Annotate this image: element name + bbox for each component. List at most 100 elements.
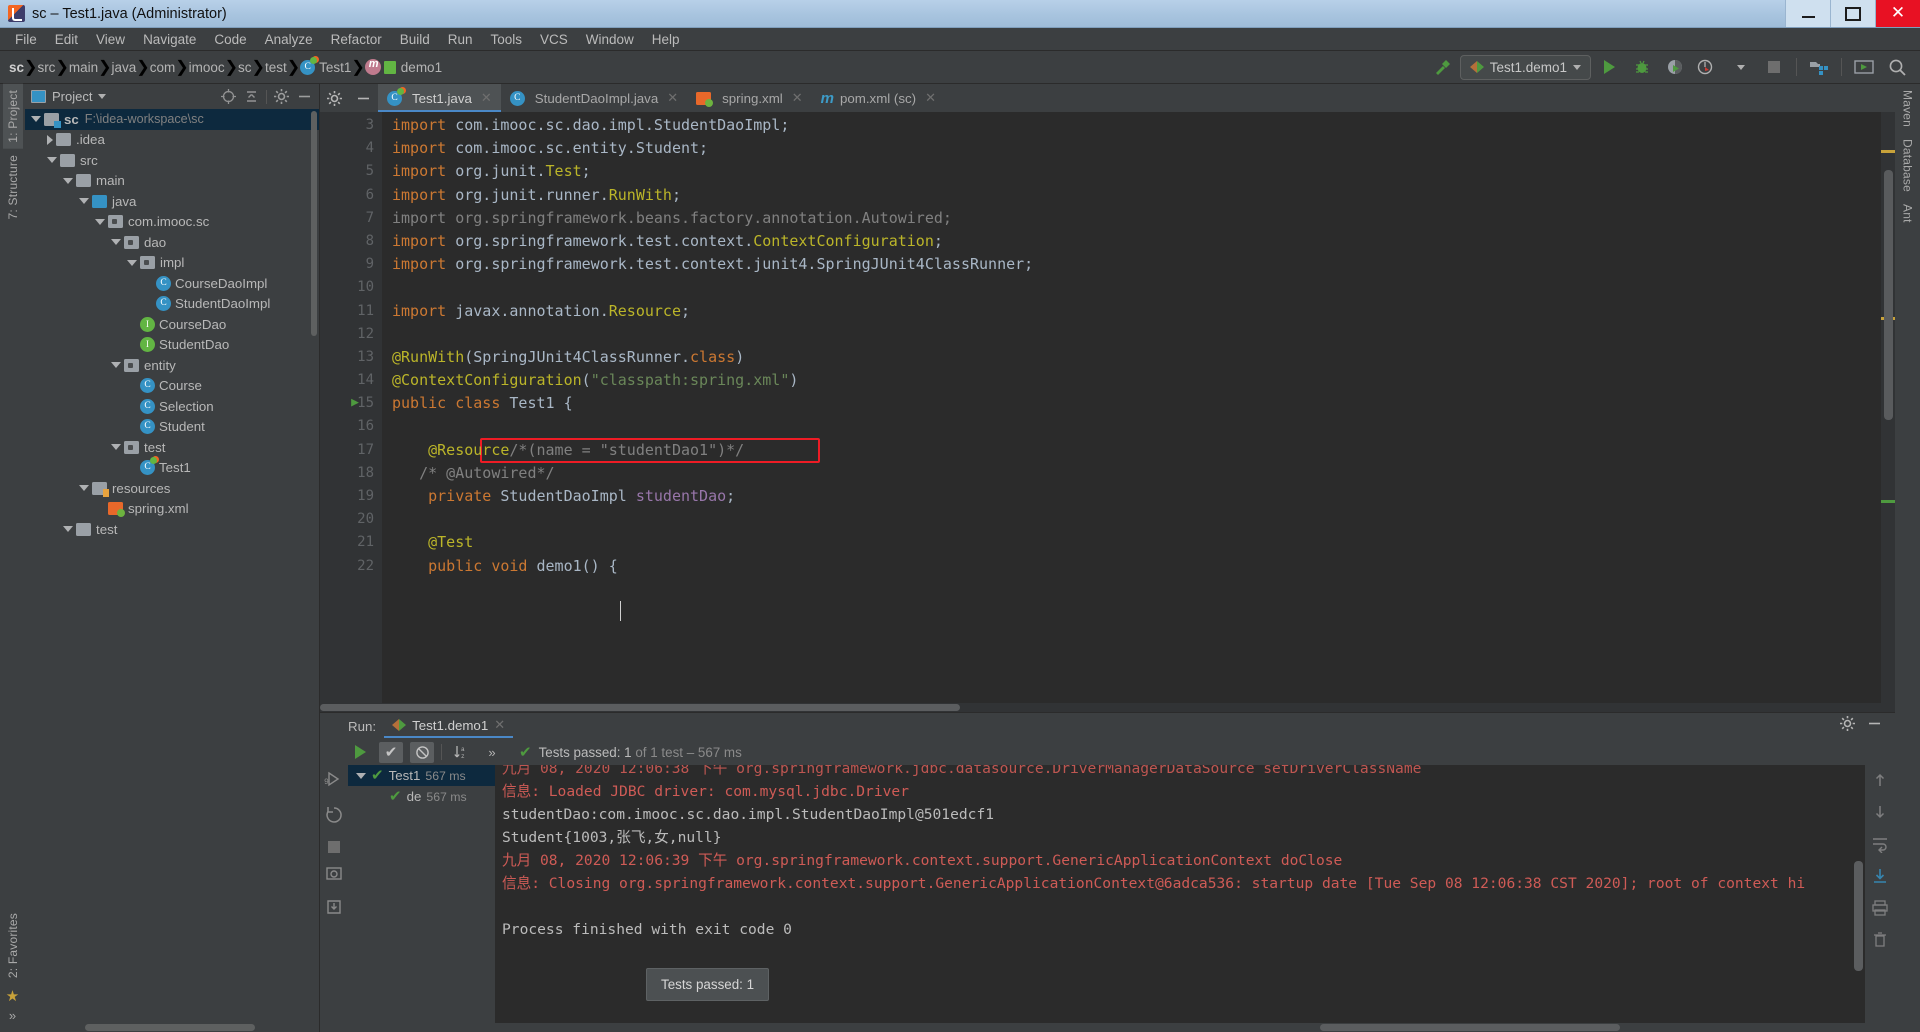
tree-item-sc[interactable]: sc F:\idea-workspace\sc — [25, 109, 319, 130]
wrap-text-icon[interactable] — [1871, 835, 1889, 854]
line-number-17[interactable]: 17 — [320, 439, 382, 462]
menu-build[interactable]: Build — [391, 30, 439, 49]
chevron-down-icon[interactable] — [111, 239, 121, 246]
line-number-18[interactable]: 18 — [320, 462, 382, 485]
tree-item-test[interactable]: test — [25, 437, 319, 458]
expand-rail-icon[interactable]: » — [9, 1008, 16, 1032]
test-results-tree[interactable]: ✔ Test1 567 ms ✔ de 567 ms — [348, 765, 496, 1023]
tree-item-dao[interactable]: dao — [25, 232, 319, 253]
tree-item-entity[interactable]: entity — [25, 355, 319, 376]
tab-test1-java[interactable]: C Test1.java ✕ — [378, 84, 501, 112]
tree-item-com-imooc-sc[interactable]: com.imooc.sc — [25, 212, 319, 233]
close-button[interactable]: ✕ — [1875, 0, 1920, 27]
menu-run[interactable]: Run — [439, 30, 482, 49]
project-structure-icon[interactable] — [1804, 54, 1834, 80]
build-hammer-icon[interactable] — [1427, 54, 1457, 80]
line-number-12[interactable]: 12 — [320, 323, 382, 346]
sort-alphabetically-icon[interactable]: az — [449, 742, 473, 763]
code-line-17[interactable]: @Resource/*(name = "studentDao1")*/ — [382, 439, 1881, 462]
test-tree-row-de[interactable]: ✔ de 567 ms — [348, 786, 495, 807]
tree-item-course[interactable]: C Course — [25, 376, 319, 397]
warning-marker[interactable] — [1881, 150, 1895, 153]
hide-ignored-icon[interactable] — [410, 741, 434, 763]
close-icon[interactable]: ✕ — [925, 90, 936, 106]
line-number-19[interactable]: 19 — [320, 485, 382, 508]
editor-code-area[interactable]: −import com.imooc.sc.dao.impl.StudentDao… — [382, 112, 1881, 703]
tree-item-student[interactable]: C Student — [25, 417, 319, 438]
breadcrumb-src[interactable]: src — [37, 60, 55, 75]
editor-horizontal-scrollbar[interactable] — [320, 703, 1895, 712]
code-editor[interactable]: 3456789101112131415▶16171819202122 −impo… — [320, 112, 1895, 703]
project-horizontal-scrollbar[interactable] — [25, 1023, 319, 1032]
sidebar-item-project[interactable]: 1: Project — [2, 84, 23, 149]
ok-marker[interactable] — [1881, 500, 1895, 503]
chevron-down-icon[interactable] — [111, 362, 121, 369]
console-horizontal-scrollbar[interactable] — [320, 1023, 1895, 1032]
chevron-down-icon[interactable] — [111, 444, 121, 451]
line-number-9[interactable]: 9 — [320, 253, 382, 276]
chevron-down-icon[interactable] — [79, 485, 89, 492]
tree-item--idea[interactable]: .idea — [25, 130, 319, 151]
profiler-dropdown-icon[interactable] — [1726, 54, 1756, 80]
stop-icon[interactable] — [328, 841, 340, 853]
code-line-18[interactable]: /* @Autowired*/ — [382, 462, 1881, 485]
import-tests-icon[interactable] — [325, 898, 343, 921]
locate-icon[interactable] — [220, 88, 237, 105]
breadcrumb-sc[interactable]: sc — [9, 60, 24, 75]
breadcrumb-test[interactable]: test — [265, 60, 287, 75]
tree-item-coursedao[interactable]: I CourseDao — [25, 314, 319, 335]
line-number-6[interactable]: 6 — [320, 184, 382, 207]
tree-item-test1[interactable]: C Test1 — [25, 457, 319, 479]
rerun-failed-icon[interactable]: 9 — [324, 769, 344, 794]
scroll-to-end-icon[interactable] — [1871, 867, 1889, 885]
menu-window[interactable]: Window — [577, 30, 643, 49]
line-number-10[interactable]: 10 — [320, 276, 382, 299]
tree-item-main[interactable]: main — [25, 171, 319, 192]
code-line-11[interactable]: −import javax.annotation.Resource; — [382, 300, 1881, 323]
code-line-6[interactable]: import org.junit.runner.RunWith; — [382, 184, 1881, 207]
tree-item-spring-xml[interactable]: spring.xml — [25, 499, 319, 520]
sidebar-item-structure[interactable]: 7: Structure — [3, 149, 23, 225]
clear-all-icon[interactable] — [1871, 931, 1889, 949]
breadcrumb-imooc[interactable]: imooc — [189, 60, 225, 75]
line-number-21[interactable]: 21 — [320, 531, 382, 554]
menu-code[interactable]: Code — [205, 30, 255, 49]
chevron-down-icon[interactable] — [79, 198, 89, 205]
export-icon[interactable] — [325, 864, 343, 887]
editor-marker-bar[interactable] — [1881, 112, 1895, 703]
chevron-down-icon[interactable] — [47, 157, 57, 164]
editor-gutter[interactable]: 3 4 5 6 7 8 9 10 11 12 13 14 15 ▶ 16 17 18 19 20 21 22 — [320, 112, 382, 703]
sidebar-item-maven[interactable]: Maven — [1898, 84, 1918, 133]
code-line-4[interactable]: import com.imooc.sc.entity.Student; — [382, 137, 1881, 160]
maximize-button[interactable] — [1830, 0, 1875, 27]
breadcrumb-main[interactable]: main — [69, 60, 98, 75]
chevron-down-icon[interactable] — [98, 94, 107, 99]
code-line-12[interactable] — [382, 323, 1881, 346]
tree-item-src[interactable]: src — [25, 150, 319, 171]
code-line-15[interactable]: public class Test1 { — [382, 392, 1881, 415]
line-number-4[interactable]: 4 — [320, 137, 382, 160]
code-line-13[interactable]: −@RunWith(SpringJUnit4ClassRunner.class) — [382, 346, 1881, 369]
line-number-16[interactable]: 16 — [320, 415, 382, 438]
line-number-14[interactable]: 14 — [320, 369, 382, 392]
code-line-22[interactable]: public void demo1() { — [382, 555, 1881, 578]
sidebar-item-ant[interactable]: Ant — [1898, 198, 1918, 229]
scroll-up-icon[interactable] — [1871, 771, 1889, 789]
run-with-coverage-icon[interactable] — [1660, 54, 1690, 80]
hide-icon[interactable] — [296, 88, 313, 105]
code-line-5[interactable]: import org.junit.Test; — [382, 160, 1881, 183]
close-icon[interactable]: ✕ — [494, 717, 505, 733]
editor-scrollbar[interactable] — [1884, 170, 1893, 420]
editor-settings-icon[interactable] — [320, 84, 349, 112]
code-line-3[interactable]: −import com.imooc.sc.dao.impl.StudentDao… — [382, 114, 1881, 137]
project-tree[interactable]: sc F:\idea-workspace\sc .idea src main java co… — [25, 109, 319, 1023]
menu-vcs[interactable]: VCS — [531, 30, 577, 49]
chevron-down-icon[interactable] — [63, 526, 73, 533]
project-tree-scrollbar[interactable] — [311, 111, 317, 336]
tree-item-test[interactable]: test — [25, 519, 319, 540]
menu-refactor[interactable]: Refactor — [322, 30, 391, 49]
menu-navigate[interactable]: Navigate — [134, 30, 205, 49]
menu-edit[interactable]: Edit — [46, 30, 87, 49]
console-scrollbar[interactable] — [1854, 861, 1863, 971]
update-project-icon[interactable] — [1849, 54, 1879, 80]
